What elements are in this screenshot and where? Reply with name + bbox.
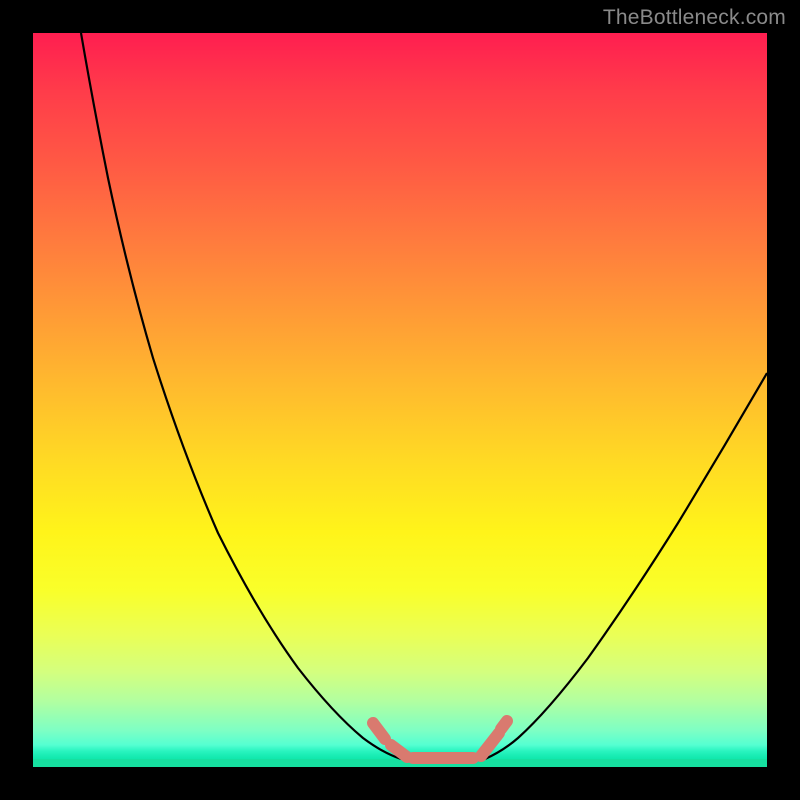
left-bottleneck-curve (81, 33, 401, 759)
plot-area (33, 33, 767, 767)
floor-marker-seg (373, 723, 385, 739)
chart-frame: TheBottleneck.com (0, 0, 800, 800)
floor-marker-group (373, 721, 507, 758)
watermark-text: TheBottleneck.com (603, 6, 786, 30)
floor-marker-seg (501, 721, 507, 729)
curves-svg (33, 33, 767, 767)
right-bottleneck-curve (485, 373, 767, 759)
